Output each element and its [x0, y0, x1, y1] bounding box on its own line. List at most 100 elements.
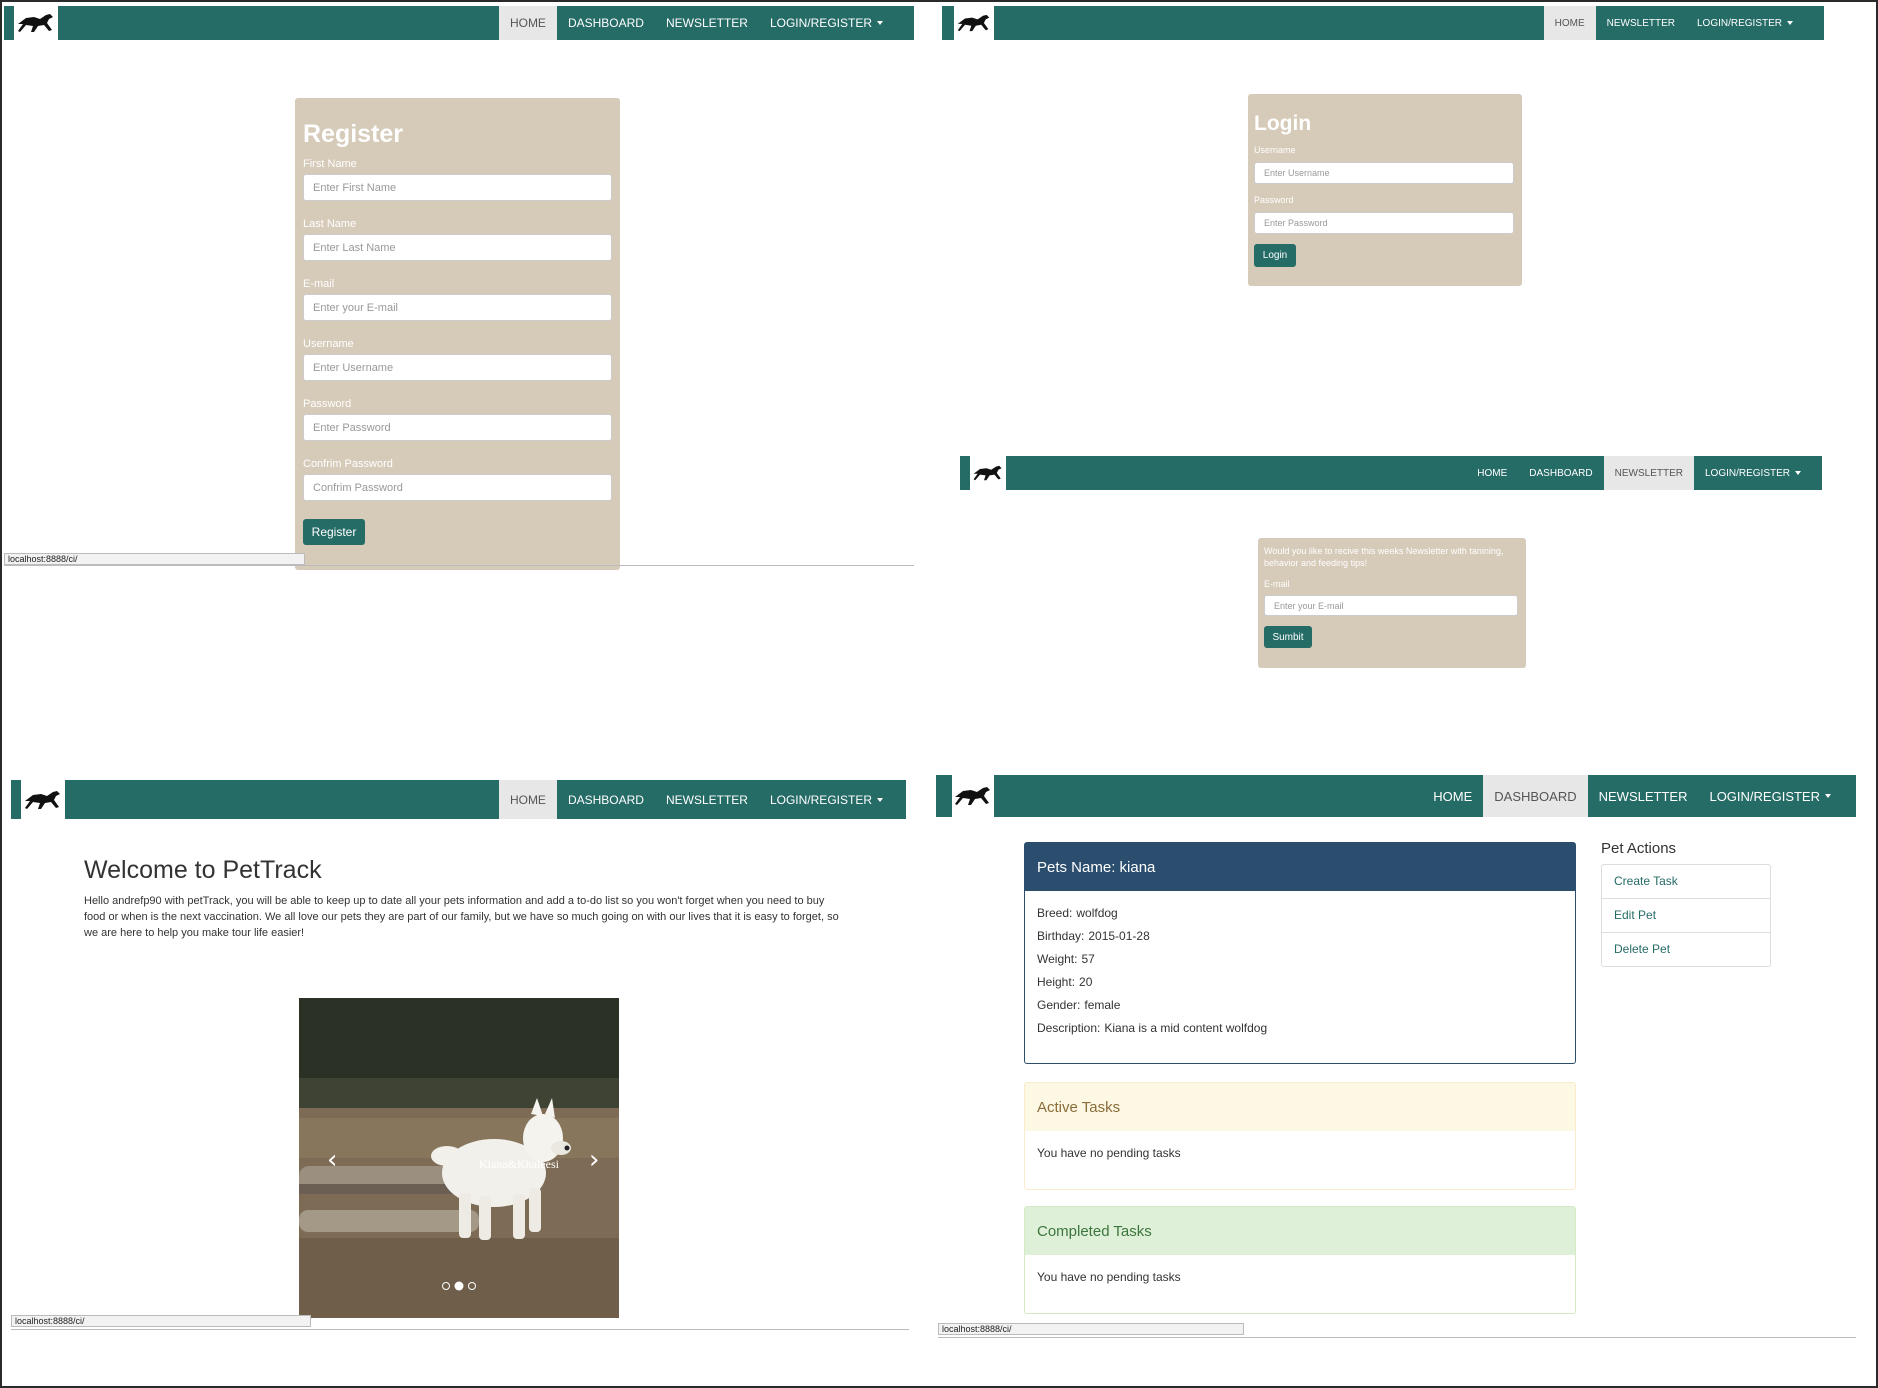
- pet-detail-key: Description:: [1037, 1021, 1101, 1035]
- nav-newsletter[interactable]: NEWSLETTER: [1596, 6, 1686, 40]
- nav-newsletter[interactable]: NEWSLETTER: [655, 780, 759, 819]
- pet-detail-key: Weight:: [1037, 952, 1078, 966]
- nav-dashboard[interactable]: DASHBOARD: [1483, 775, 1588, 817]
- running-dog-logo-icon: [25, 790, 60, 809]
- register-field-label: Password: [303, 398, 352, 410]
- register-field-input[interactable]: Confrim Password: [303, 474, 612, 501]
- nav-home[interactable]: HOME: [498, 6, 557, 40]
- caret-down-icon: [1795, 471, 1801, 475]
- nav-login-register[interactable]: LOGIN/REGISTER: [1686, 6, 1804, 40]
- pet-detail-key: Breed:: [1037, 906, 1073, 920]
- login-card: Login Username Enter Username Password E…: [1248, 94, 1522, 286]
- nav-home[interactable]: HOME: [1543, 6, 1596, 40]
- newsletter-email-input[interactable]: Enter your E-mail: [1264, 595, 1518, 616]
- pet-detail-row: Height: 20: [1037, 975, 1267, 989]
- login-button[interactable]: Login: [1254, 244, 1296, 267]
- nav-newsletter[interactable]: NEWSLETTER: [1603, 456, 1694, 490]
- register-panel: HOME DASHBOARD NEWSLETTER LOGIN/REGISTER…: [4, 4, 916, 570]
- pettrack-logo[interactable]: [954, 6, 994, 40]
- pet-name-header: Pets Name: kiana: [1025, 843, 1575, 891]
- pet-action-item[interactable]: Delete Pet: [1602, 933, 1770, 966]
- pet-detail-row: Gender: female: [1037, 998, 1267, 1012]
- register-field-input[interactable]: Enter your E-mail: [303, 294, 612, 321]
- status-bar-url: localhost:8888/ci/: [938, 1323, 1244, 1335]
- status-bar-url: localhost:8888/ci/: [4, 553, 305, 565]
- nav-login-register-label: LOGIN/REGISTER: [769, 792, 872, 807]
- nav-login-register-label: LOGIN/REGISTER: [769, 16, 872, 30]
- carousel-caption: Kiana&Khaleesi: [479, 1157, 559, 1171]
- register-button[interactable]: Register: [303, 519, 365, 545]
- nav-dashboard[interactable]: DASHBOARD: [1518, 456, 1603, 490]
- navbar: HOME DASHBOARD NEWSLETTER LOGIN/REGISTER: [4, 6, 914, 40]
- pet-detail-row: Weight: 57: [1037, 952, 1267, 966]
- nav-login-register[interactable]: LOGIN/REGISTER: [1694, 456, 1812, 490]
- username-input[interactable]: Enter Username: [1254, 162, 1514, 184]
- nav-newsletter[interactable]: NEWSLETTER: [1588, 775, 1699, 817]
- completed-tasks-header: Completed Tasks: [1025, 1207, 1575, 1255]
- active-tasks-panel: Active Tasks You have no pending tasks: [1024, 1082, 1576, 1190]
- pet-action-item[interactable]: Edit Pet: [1602, 899, 1770, 933]
- dashboard-panel: HOME DASHBOARD NEWSLETTER LOGIN/REGISTER…: [936, 772, 1858, 1342]
- caret-down-icon: [1787, 21, 1793, 25]
- pet-action-item[interactable]: Create Task: [1602, 865, 1770, 899]
- divider: [11, 1329, 909, 1330]
- welcome-heading: Welcome to PetTrack: [84, 856, 322, 884]
- nav-login-register[interactable]: LOGIN/REGISTER: [1698, 775, 1842, 817]
- navbar: HOME DASHBOARD NEWSLETTER LOGIN/REGISTER: [11, 780, 906, 819]
- register-field-label: Last Name: [303, 218, 357, 230]
- nav-home[interactable]: HOME: [498, 780, 557, 819]
- nav-login-register[interactable]: LOGIN/REGISTER: [759, 6, 894, 40]
- username-label: Username: [1254, 145, 1296, 155]
- register-field-input[interactable]: Enter Password: [303, 414, 612, 441]
- nav-login-register[interactable]: LOGIN/REGISTER: [759, 780, 894, 819]
- nav-dashboard[interactable]: DASHBOARD: [557, 780, 655, 819]
- welcome-intro: Hello andrefp90 with petTrack, you will …: [84, 895, 839, 939]
- pettrack-logo[interactable]: [14, 6, 58, 40]
- caret-down-icon: [1825, 794, 1831, 798]
- register-field-input[interactable]: Enter Last Name: [303, 234, 612, 261]
- nav-login-register-label: LOGIN/REGISTER: [1709, 788, 1820, 804]
- pettrack-logo[interactable]: [970, 456, 1006, 490]
- newsletter-submit-button[interactable]: Sumbit: [1264, 626, 1312, 648]
- caret-down-icon: [877, 797, 883, 802]
- pet-detail-row: Description: Kiana is a mid content wolfd…: [1037, 1021, 1267, 1035]
- register-field-input[interactable]: Enter Username: [303, 354, 612, 381]
- nav-home[interactable]: HOME: [1466, 456, 1518, 490]
- active-tasks-title: Active Tasks: [1037, 1098, 1121, 1116]
- register-field-label: First Name: [303, 158, 357, 170]
- register-field-label: Username: [303, 338, 354, 350]
- navbar: HOME DASHBOARD NEWSLETTER LOGIN/REGISTER: [960, 456, 1822, 490]
- pet-detail-value: Kiana is a mid content wolfdog: [1104, 1021, 1268, 1035]
- register-card: Register First Name Enter First Name Last …: [295, 98, 620, 570]
- pet-detail-key: Height:: [1037, 975, 1076, 989]
- carousel-prev-button[interactable]: [299, 1108, 349, 1208]
- pet-name-title: Pets Name: kiana: [1037, 858, 1156, 876]
- navbar: HOME NEWSLETTER LOGIN/REGISTER: [942, 6, 1824, 40]
- pet-photo-carousel: ‹ › Kiana&Khaleesi: [299, 998, 619, 1318]
- pettrack-logo[interactable]: [952, 775, 994, 817]
- newsletter-text: Would you like to recive this weeks News…: [1264, 546, 1504, 568]
- active-tasks-body: You have no pending tasks: [1037, 1146, 1181, 1160]
- email-label: E-mail: [1264, 579, 1290, 589]
- newsletter-panel: HOME DASHBOARD NEWSLETTER LOGIN/REGISTER…: [958, 450, 1828, 680]
- home-panel: HOME DASHBOARD NEWSLETTER LOGIN/REGISTER…: [4, 776, 916, 1336]
- nav-home[interactable]: HOME: [1422, 775, 1483, 817]
- password-input[interactable]: Enter Password: [1254, 212, 1514, 234]
- pet-detail-value: 20: [1079, 975, 1093, 989]
- nav-newsletter[interactable]: NEWSLETTER: [655, 6, 759, 40]
- completed-tasks-body: You have no pending tasks: [1037, 1270, 1181, 1284]
- running-dog-logo-icon: [18, 14, 53, 32]
- pet-actions-title: Pet Actions: [1601, 840, 1677, 857]
- pet-details: Breed: wolfdog Birthday: 2015-01-28 Weight: 5…: [1037, 906, 1267, 1044]
- pet-actions-list: Create Task Edit Pet Delete Pet: [1601, 864, 1771, 967]
- caret-down-icon: [877, 21, 883, 25]
- register-field-input[interactable]: Enter First Name: [303, 174, 612, 201]
- pet-detail-value: female: [1084, 998, 1121, 1012]
- nav-dashboard[interactable]: DASHBOARD: [557, 6, 655, 40]
- running-dog-logo-icon: [955, 787, 990, 805]
- login-panel: HOME NEWSLETTER LOGIN/REGISTER Login Use…: [942, 4, 1827, 304]
- pettrack-logo[interactable]: [21, 780, 65, 819]
- carousel-next-button[interactable]: [569, 1108, 619, 1208]
- pet-detail-row: Birthday: 2015-01-28: [1037, 929, 1267, 943]
- pet-detail-value: wolfdog: [1076, 906, 1118, 920]
